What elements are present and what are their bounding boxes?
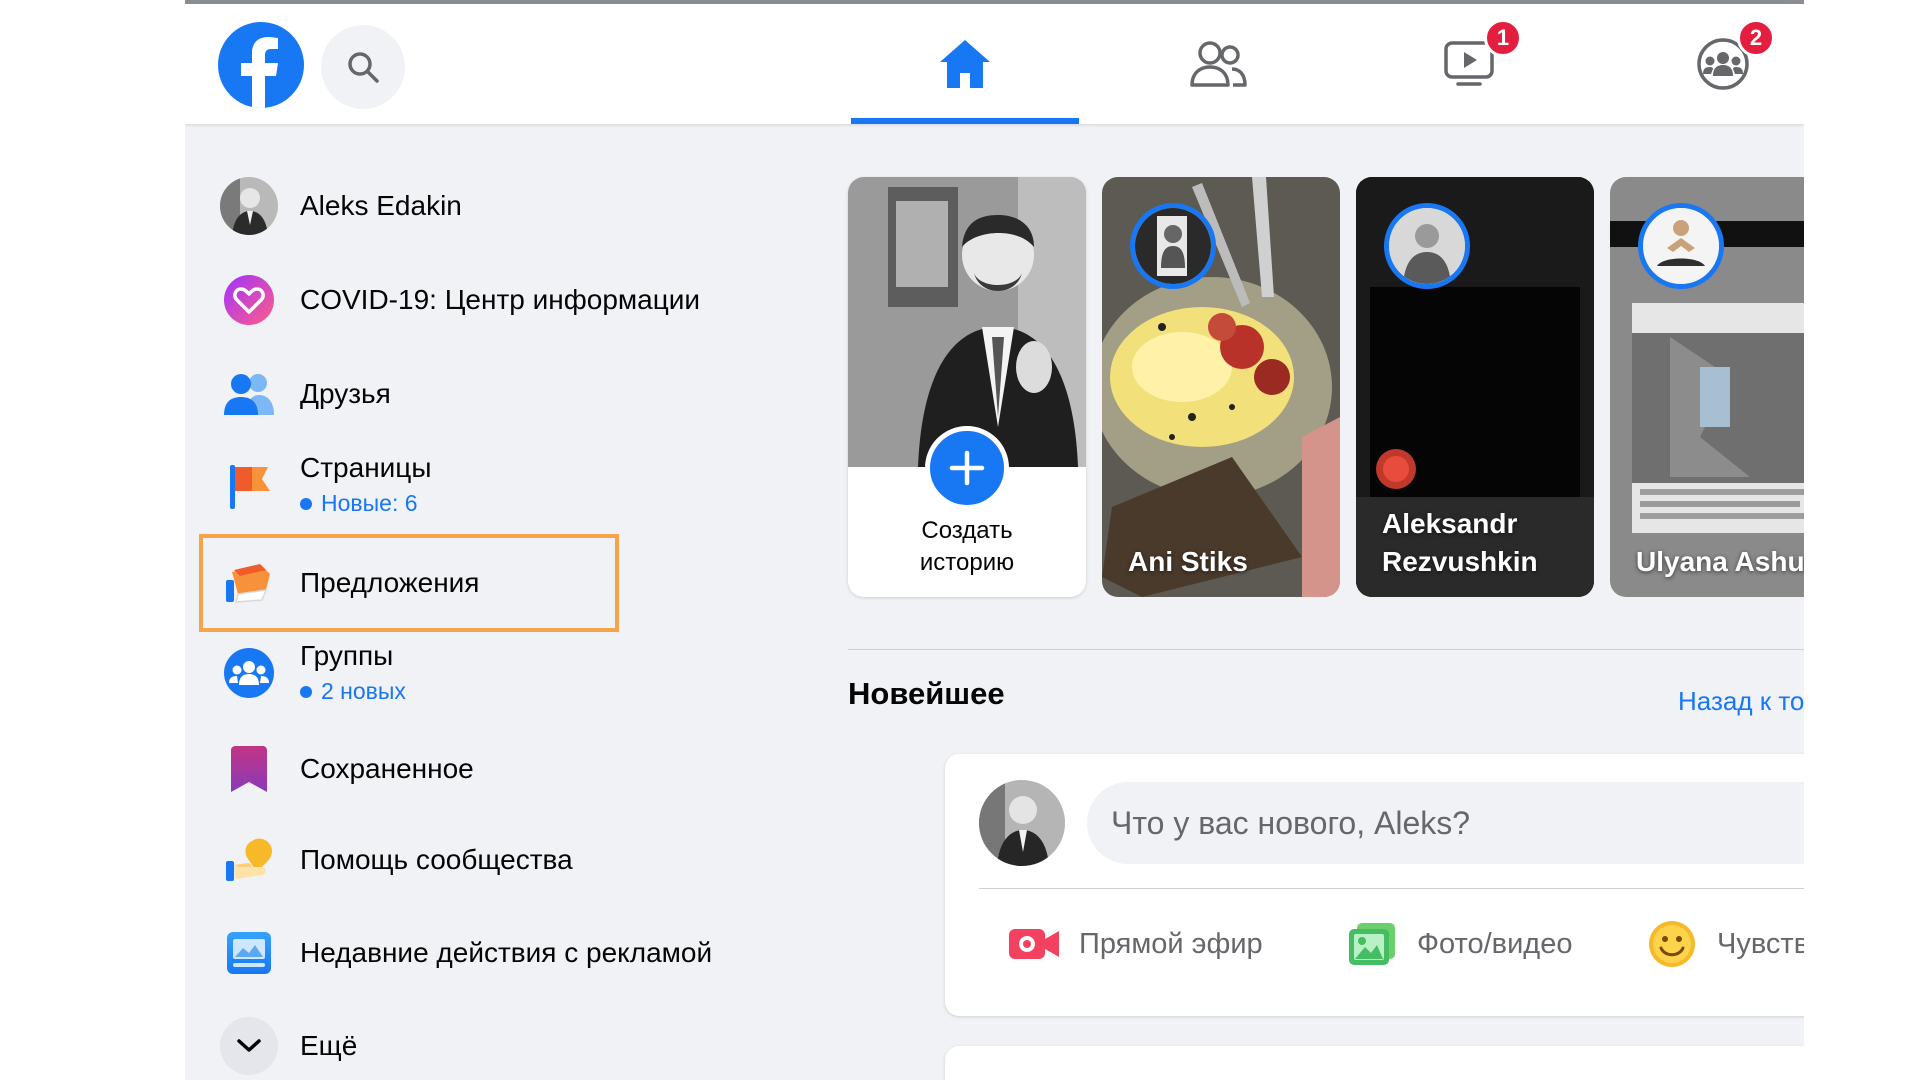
story-avatar — [1130, 203, 1216, 289]
chevron-down-icon — [220, 1017, 278, 1075]
tab-watch[interactable]: 1 — [1356, 4, 1584, 124]
new-dot — [300, 497, 312, 510]
sidebar-item-pages[interactable]: Страницы Новые: 6 — [220, 452, 780, 517]
composer-divider — [979, 888, 1804, 889]
bookmark-icon — [220, 740, 278, 798]
story-author-name: Aleksandr Rezvushkin — [1382, 508, 1538, 577]
section-divider — [848, 649, 1804, 650]
sidebar-item-sublabel: Новые: 6 — [321, 490, 418, 516]
home-icon — [940, 40, 990, 88]
story-avatar — [1638, 203, 1724, 289]
rooms-card — [945, 1046, 1804, 1080]
back-to-top-link[interactable]: Назад к то — [1678, 686, 1804, 717]
avatar[interactable] — [979, 780, 1065, 866]
sidebar-item-offers[interactable]: Предложения — [220, 554, 780, 612]
sidebar-item-groups[interactable]: Группы 2 новых — [220, 640, 780, 705]
covid-heart-icon — [220, 271, 278, 329]
story-author-name: Ulyana Ashurka — [1636, 546, 1804, 577]
sidebar-item-covid[interactable]: COVID-19: Центр информации — [220, 271, 780, 329]
sidebar-item-community-help[interactable]: Помощь сообщества — [220, 831, 780, 889]
live-video-label: Прямой эфир — [1079, 927, 1263, 960]
photo-video-button[interactable]: Фото/видео — [1345, 916, 1572, 972]
community-help-icon — [220, 831, 278, 889]
live-video-icon — [1007, 917, 1061, 971]
sidebar-item-label: Сохраненное — [300, 753, 474, 784]
offers-icon — [220, 554, 278, 612]
tab-friends[interactable] — [1104, 4, 1332, 124]
live-video-button[interactable]: Прямой эфир — [1007, 916, 1263, 972]
sidebar-item-label: Группы — [300, 640, 394, 671]
story-card[interactable]: Aleksandr Rezvushkin — [1356, 177, 1594, 597]
new-count-badge: Новые: 6 — [300, 490, 431, 517]
sidebar-item-profile[interactable]: Aleks Edakin — [220, 177, 780, 235]
groups-icon — [220, 644, 278, 702]
feeling-button[interactable]: Чувства — [1645, 916, 1804, 972]
sidebar-item-more[interactable]: Ещё — [220, 1017, 780, 1075]
sidebar-item-label: Друзья — [300, 378, 391, 409]
notification-badge: 2 — [1737, 19, 1775, 57]
notification-badge: 1 — [1484, 19, 1522, 57]
friends-icon — [220, 365, 278, 423]
story-photo — [848, 177, 1086, 467]
search-button[interactable] — [321, 25, 405, 109]
sidebar-item-label: Ещё — [300, 1030, 358, 1061]
sidebar-item-saved[interactable]: Сохраненное — [220, 740, 780, 798]
photo-icon — [1345, 917, 1399, 971]
search-icon — [348, 52, 379, 83]
story-card[interactable]: Ulyana Ashurka — [1610, 177, 1804, 597]
sidebar-item-label: Недавние действия с рекламой — [300, 937, 713, 968]
tab-groups[interactable]: 2 — [1609, 4, 1804, 124]
facebook-logo-icon[interactable] — [218, 22, 304, 108]
photo-video-label: Фото/видео — [1417, 927, 1573, 960]
whats-new-input[interactable]: Что у вас нового, Aleks? — [1087, 782, 1804, 864]
sidebar-item-label: Aleks Edakin — [300, 190, 462, 221]
story-card[interactable]: Ani Stiks — [1102, 177, 1340, 597]
sidebar-item-label: Страницы — [300, 452, 432, 483]
sidebar-item-label: Помощь сообщества — [300, 844, 573, 875]
create-story-label: Создать историю — [919, 517, 1015, 576]
sidebar-item-friends[interactable]: Друзья — [220, 365, 780, 423]
tab-home[interactable] — [851, 4, 1079, 124]
ad-activity-icon — [220, 924, 278, 982]
sidebar-item-ad-activity[interactable]: Недавние действия с рекламой — [220, 924, 780, 982]
avatar — [220, 177, 278, 235]
friends-icon — [1190, 41, 1247, 87]
sidebar-item-sublabel: 2 новых — [321, 678, 406, 704]
new-dot — [300, 685, 312, 698]
facebook-window: 1 2 Aleks Edakin COVID-19: Центр информа… — [185, 0, 1804, 1080]
flag-icon — [220, 456, 278, 514]
story-author-name: Ani Stiks — [1128, 546, 1248, 577]
plus-icon — [949, 450, 985, 486]
feeling-label: Чувства — [1717, 927, 1804, 960]
sidebar-item-label: COVID-19: Центр информации — [300, 284, 701, 315]
top-navigation-bar: 1 2 — [185, 4, 1804, 124]
create-story-card[interactable]: Создать историю — [848, 177, 1086, 597]
new-count-badge: 2 новых — [300, 678, 406, 705]
add-story-button[interactable] — [925, 426, 1009, 510]
smile-icon — [1645, 917, 1699, 971]
post-composer: Что у вас нового, Aleks? Прямой эфир Фот… — [945, 754, 1804, 1016]
sidebar-item-label: Предложения — [300, 567, 480, 598]
feed-title: Новейшее — [848, 676, 1005, 711]
story-avatar — [1384, 203, 1470, 289]
